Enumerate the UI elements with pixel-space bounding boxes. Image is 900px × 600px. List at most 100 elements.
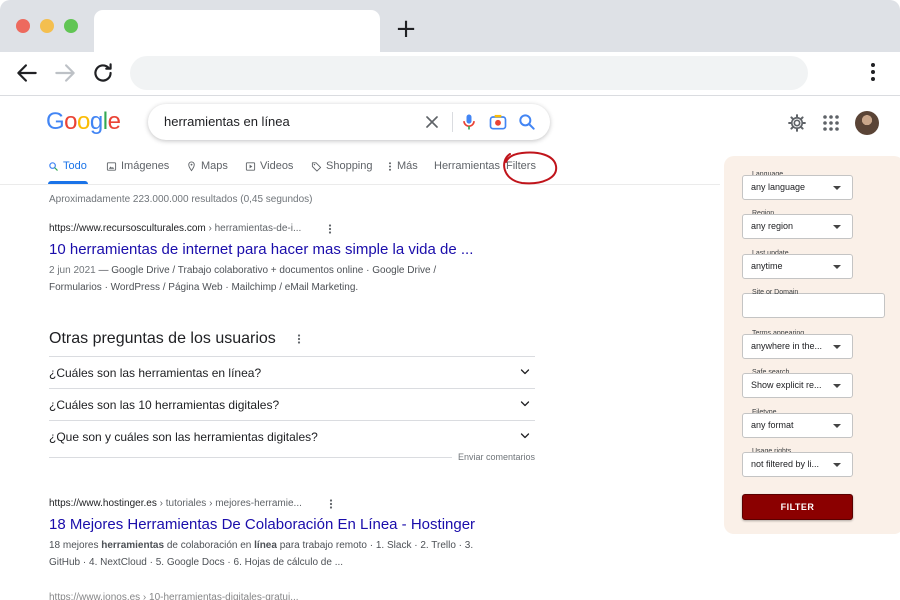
- result-snippet: 18 mejores herramientas de colaboración …: [49, 537, 499, 571]
- search-box[interactable]: herramientas en línea: [148, 104, 550, 140]
- back-arrow-icon[interactable]: [14, 60, 40, 86]
- filter-filetype[interactable]: Filetype any format: [742, 408, 853, 438]
- result-date: 2 jun 2021: [49, 265, 96, 276]
- tab-label: Imágenes: [121, 160, 170, 172]
- apps-grid-icon[interactable]: [822, 114, 840, 132]
- result-stats: Aproximadamente 223.000.000 resultados (…: [49, 194, 313, 205]
- logo-letter: G: [46, 108, 65, 135]
- dropdown-arrow-icon: [833, 265, 841, 269]
- tab-images[interactable]: Imágenes: [106, 160, 169, 172]
- address-bar[interactable]: [130, 56, 808, 90]
- result-domain: https://www.hostinger.es: [49, 498, 157, 509]
- select-value: any language: [751, 182, 806, 192]
- map-pin-icon: [188, 160, 195, 171]
- tab-all[interactable]: Todo: [48, 160, 87, 172]
- logo-letter: e: [107, 108, 121, 135]
- tab-label: Herramientas: [434, 160, 501, 172]
- usage-rights-select[interactable]: not filtered by li...: [742, 452, 853, 477]
- question-text: ¿Cuáles son las 10 herramientas digitale…: [49, 398, 280, 412]
- snippet-text: GitHub · 4. NextCloud · 5. Google Docs ·…: [49, 557, 344, 568]
- search-input[interactable]: herramientas en línea: [164, 114, 290, 129]
- last-update-select[interactable]: anytime: [742, 254, 853, 279]
- browser-toolbar: [0, 52, 900, 96]
- tab-label: Videos: [260, 160, 294, 172]
- language-select[interactable]: any language: [742, 175, 853, 200]
- tab-more[interactable]: Más: [387, 160, 418, 172]
- filter-site[interactable]: Site or Domain: [742, 288, 885, 318]
- paa-question[interactable]: ¿Cuáles son las 10 herramientas digitale…: [49, 388, 535, 420]
- tab-shopping[interactable]: Shopping: [311, 160, 373, 172]
- dropdown-arrow-icon: [833, 463, 841, 467]
- paa-more-icon[interactable]: [296, 333, 302, 345]
- result-url[interactable]: https://www.recursosculturales.com › her…: [49, 223, 301, 234]
- chevron-down-icon: [520, 433, 530, 439]
- snippet-text: 18 mejores: [49, 540, 102, 551]
- select-value: any region: [751, 221, 794, 231]
- reload-icon[interactable]: [90, 60, 116, 86]
- more-vert-icon: [388, 161, 392, 171]
- maximize-window-button[interactable]: [64, 19, 78, 33]
- select-value: anytime: [751, 261, 783, 271]
- dropdown-arrow-icon: [833, 225, 841, 229]
- question-text: ¿Cuáles son las herramientas en línea?: [49, 366, 262, 380]
- paa-question[interactable]: ¿Cuáles son las herramientas en línea?: [49, 356, 535, 388]
- result-url[interactable]: https://www.ionos.es › 10-herramientas-d…: [49, 592, 299, 600]
- settings-gear-icon[interactable]: [787, 113, 807, 133]
- tab-label: Maps: [201, 160, 228, 172]
- filter-button[interactable]: FILTER: [742, 494, 853, 520]
- result-more-icon[interactable]: [328, 498, 334, 510]
- filter-terms[interactable]: Terms appearing anywhere in the...: [742, 329, 853, 359]
- paa-question[interactable]: ¿Que son y cuáles son las herramientas d…: [49, 420, 535, 452]
- terms-select[interactable]: anywhere in the...: [742, 334, 853, 359]
- search-icon[interactable]: [517, 112, 537, 132]
- divider: [452, 112, 453, 132]
- chevron-down-icon: [520, 369, 530, 375]
- camera-lens-icon[interactable]: [488, 112, 508, 132]
- result-domain: https://www.recursosculturales.com: [49, 223, 206, 234]
- paa-heading: Otras preguntas de los usuarios: [49, 330, 276, 347]
- tab-strip: +: [0, 0, 900, 52]
- browser-tab[interactable]: [94, 10, 380, 52]
- dropdown-arrow-icon: [833, 186, 841, 190]
- snippet-highlight: línea: [254, 540, 277, 551]
- tab-videos[interactable]: Videos: [245, 160, 293, 172]
- send-feedback-link[interactable]: Enviar comentarios: [451, 452, 535, 462]
- select-value: any format: [751, 420, 794, 430]
- clear-icon[interactable]: [422, 112, 442, 132]
- result-url[interactable]: https://www.hostinger.es › tutoriales › …: [49, 498, 302, 509]
- forward-arrow-icon[interactable]: [52, 60, 78, 86]
- select-value: not filtered by li...: [751, 459, 820, 469]
- logo-letter: o: [77, 108, 90, 135]
- safe-search-select[interactable]: Show explicit re...: [742, 373, 853, 398]
- filetype-select[interactable]: any format: [742, 413, 853, 438]
- browser-menu-icon[interactable]: [862, 61, 884, 85]
- result-more-icon[interactable]: [327, 223, 333, 235]
- tag-icon: [311, 161, 322, 172]
- close-window-button[interactable]: [16, 19, 30, 33]
- account-avatar[interactable]: [855, 111, 879, 135]
- annotation-circle: [503, 151, 558, 185]
- google-logo[interactable]: Google: [46, 108, 121, 136]
- dropdown-arrow-icon: [833, 424, 841, 428]
- filter-last-update[interactable]: Last update anytime: [742, 249, 853, 279]
- image-icon: [106, 161, 117, 171]
- snippet-highlight: herramientas: [101, 540, 165, 551]
- browser-window: + Google herramientas en línea Todo Imág…: [0, 0, 900, 600]
- result-title-link[interactable]: 18 Mejores Herramientas De Colaboración …: [49, 516, 475, 533]
- microphone-icon[interactable]: [459, 112, 479, 132]
- filter-safe-search[interactable]: Safe search Show explicit re...: [742, 368, 853, 398]
- region-select[interactable]: any region: [742, 214, 853, 239]
- tab-tools[interactable]: Herramientas: [434, 160, 500, 172]
- tab-label: Todo: [63, 160, 87, 172]
- filter-usage-rights[interactable]: Usage rights not filtered by li...: [742, 447, 853, 477]
- active-tab-indicator: [48, 181, 88, 184]
- filter-region[interactable]: Region any region: [742, 209, 853, 239]
- select-value: Show explicit re...: [751, 380, 822, 390]
- snippet-text: para trabajo remoto · 1. Slack · 2. Trel…: [276, 540, 474, 551]
- tab-maps[interactable]: Maps: [186, 160, 228, 172]
- new-tab-button[interactable]: +: [395, 16, 417, 42]
- result-title-link[interactable]: 10 herramientas de internet para hacer m…: [49, 241, 473, 258]
- minimize-window-button[interactable]: [40, 19, 54, 33]
- search-tabs: Todo Imágenes Maps Videos Shopping Más H…: [0, 160, 720, 185]
- filter-language[interactable]: Language any language: [742, 170, 853, 200]
